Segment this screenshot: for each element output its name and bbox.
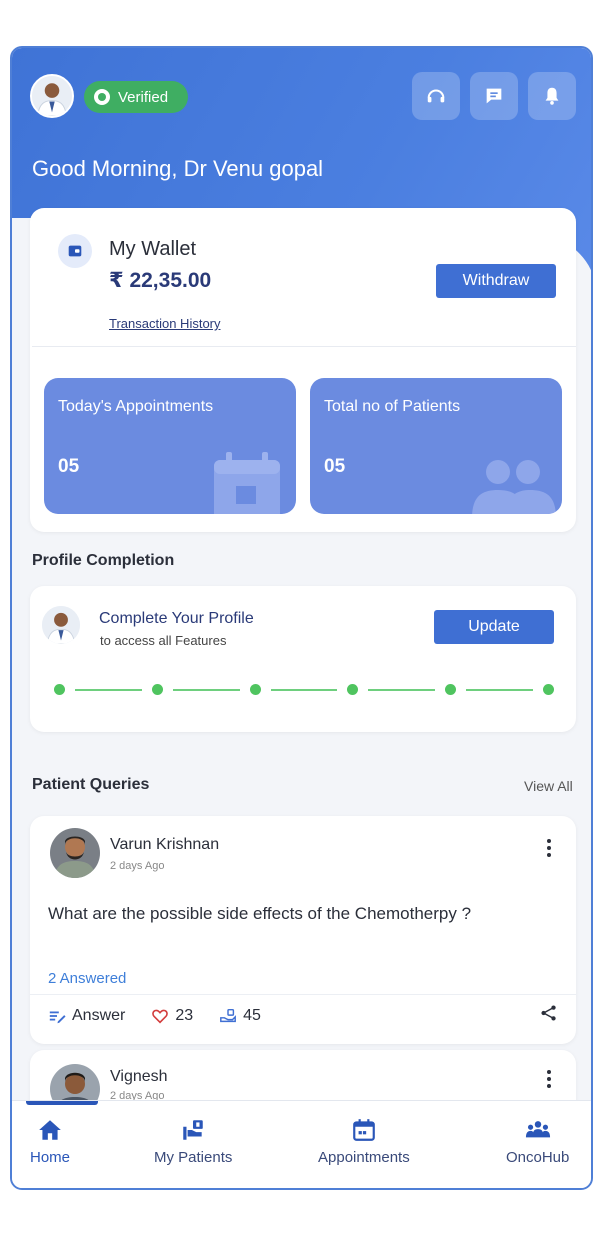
progress-step-line [172,689,240,691]
query-actions: Answer 23 45 [48,1004,287,1028]
nav-my-patients[interactable]: My Patients [154,1117,232,1166]
withdraw-button[interactable]: Withdraw [436,264,556,298]
progress-step-line [75,689,142,691]
more-options-icon[interactable] [547,839,551,857]
complete-profile-title: Complete Your Profile [99,610,254,627]
bell-icon [545,87,559,105]
total-patients-card[interactable]: Total no of Patients 05 [310,378,562,514]
home-icon [39,1120,61,1140]
query-question: What are the possible side effects of th… [48,904,472,923]
share-icon[interactable] [540,1004,558,1022]
community-icon [525,1121,550,1138]
chat-button[interactable] [470,72,518,120]
verified-badge: Verified [84,81,188,113]
notification-button[interactable] [528,72,576,120]
nav-label: My Patients [154,1149,233,1166]
update-button[interactable]: Update [434,610,554,644]
nav-label: OncoHub [506,1149,570,1166]
support-button[interactable] [412,72,460,120]
nav-oncohub[interactable]: OncoHub [506,1117,569,1166]
helping-hand-icon [220,1008,237,1023]
wallet-icon [58,234,92,268]
progress-step-dot [445,684,457,695]
doctor-avatar[interactable] [30,74,74,118]
progress-step-dot [347,684,359,695]
query-time: 2 days Ago [110,860,165,872]
progress-step-dot [543,684,554,695]
heart-icon [152,1009,169,1024]
like-count: 23 [175,1007,194,1024]
answer-icon [49,1011,66,1024]
more-options-icon[interactable] [547,1070,551,1088]
patient-name: Vignesh [110,1068,168,1085]
patient-name: Varun Krishnan [110,836,220,853]
wallet-divider [32,346,576,347]
nav-label: Home [30,1149,71,1166]
stat-label: Total no of Patients [324,398,461,415]
calendar-icon [214,452,280,514]
calendar-icon [353,1119,375,1141]
nav-home[interactable]: Home [30,1117,70,1166]
profile-completion-heading: Profile Completion [32,552,175,569]
progress-step-line [270,689,338,691]
stat-label: Today's Appointments [58,398,214,415]
answer-label: Answer [72,1007,126,1024]
like-button[interactable]: 23 [151,1007,193,1025]
nav-label: Appointments [318,1149,410,1166]
query-divider [30,994,576,995]
patients-icon [183,1120,203,1140]
todays-appointments-card[interactable]: Today's Appointments 05 [44,378,296,514]
greeting-text: Good Morning, Dr Venu gopal [32,156,324,181]
progress-step-dot [151,684,163,695]
profile-card [30,586,576,732]
stat-value: 05 [324,456,346,477]
progress-step-dot [249,684,261,695]
helpful-count: 45 [243,1007,261,1024]
answered-count[interactable]: 2 Answered [48,970,126,987]
active-tab-indicator [26,1101,98,1105]
verified-label: Verified [118,88,169,106]
people-icon [472,460,556,514]
bottom-navigation: Home My Patients Appointments OncoHub [12,1100,591,1188]
patient-queries-heading: Patient Queries [32,776,150,793]
stat-value: 05 [58,456,80,477]
progress-step-line [368,689,436,691]
patient-avatar[interactable] [50,828,100,878]
doctor-avatar-image [32,76,72,116]
chat-icon [486,88,502,104]
progress-step-dot [54,684,65,695]
progress-step-line [466,689,533,691]
profile-avatar [40,604,82,646]
answer-button[interactable]: Answer [48,1007,125,1025]
verified-check-icon [94,89,110,105]
profile-progress-steps [54,684,554,696]
wallet-title: My Wallet [109,238,197,260]
wallet-balance: ₹ 22,35.00 [109,269,212,292]
transaction-history-link[interactable]: Transaction History [109,316,221,331]
support-icon [427,89,445,103]
app-screen: Verified Good Morning, Dr Venu gopal My … [10,46,593,1190]
complete-profile-subtitle: to access all Features [100,633,227,648]
helpful-button[interactable]: 45 [219,1007,261,1025]
nav-appointments[interactable]: Appointments [318,1117,410,1166]
view-all-link[interactable]: View All [524,778,573,794]
